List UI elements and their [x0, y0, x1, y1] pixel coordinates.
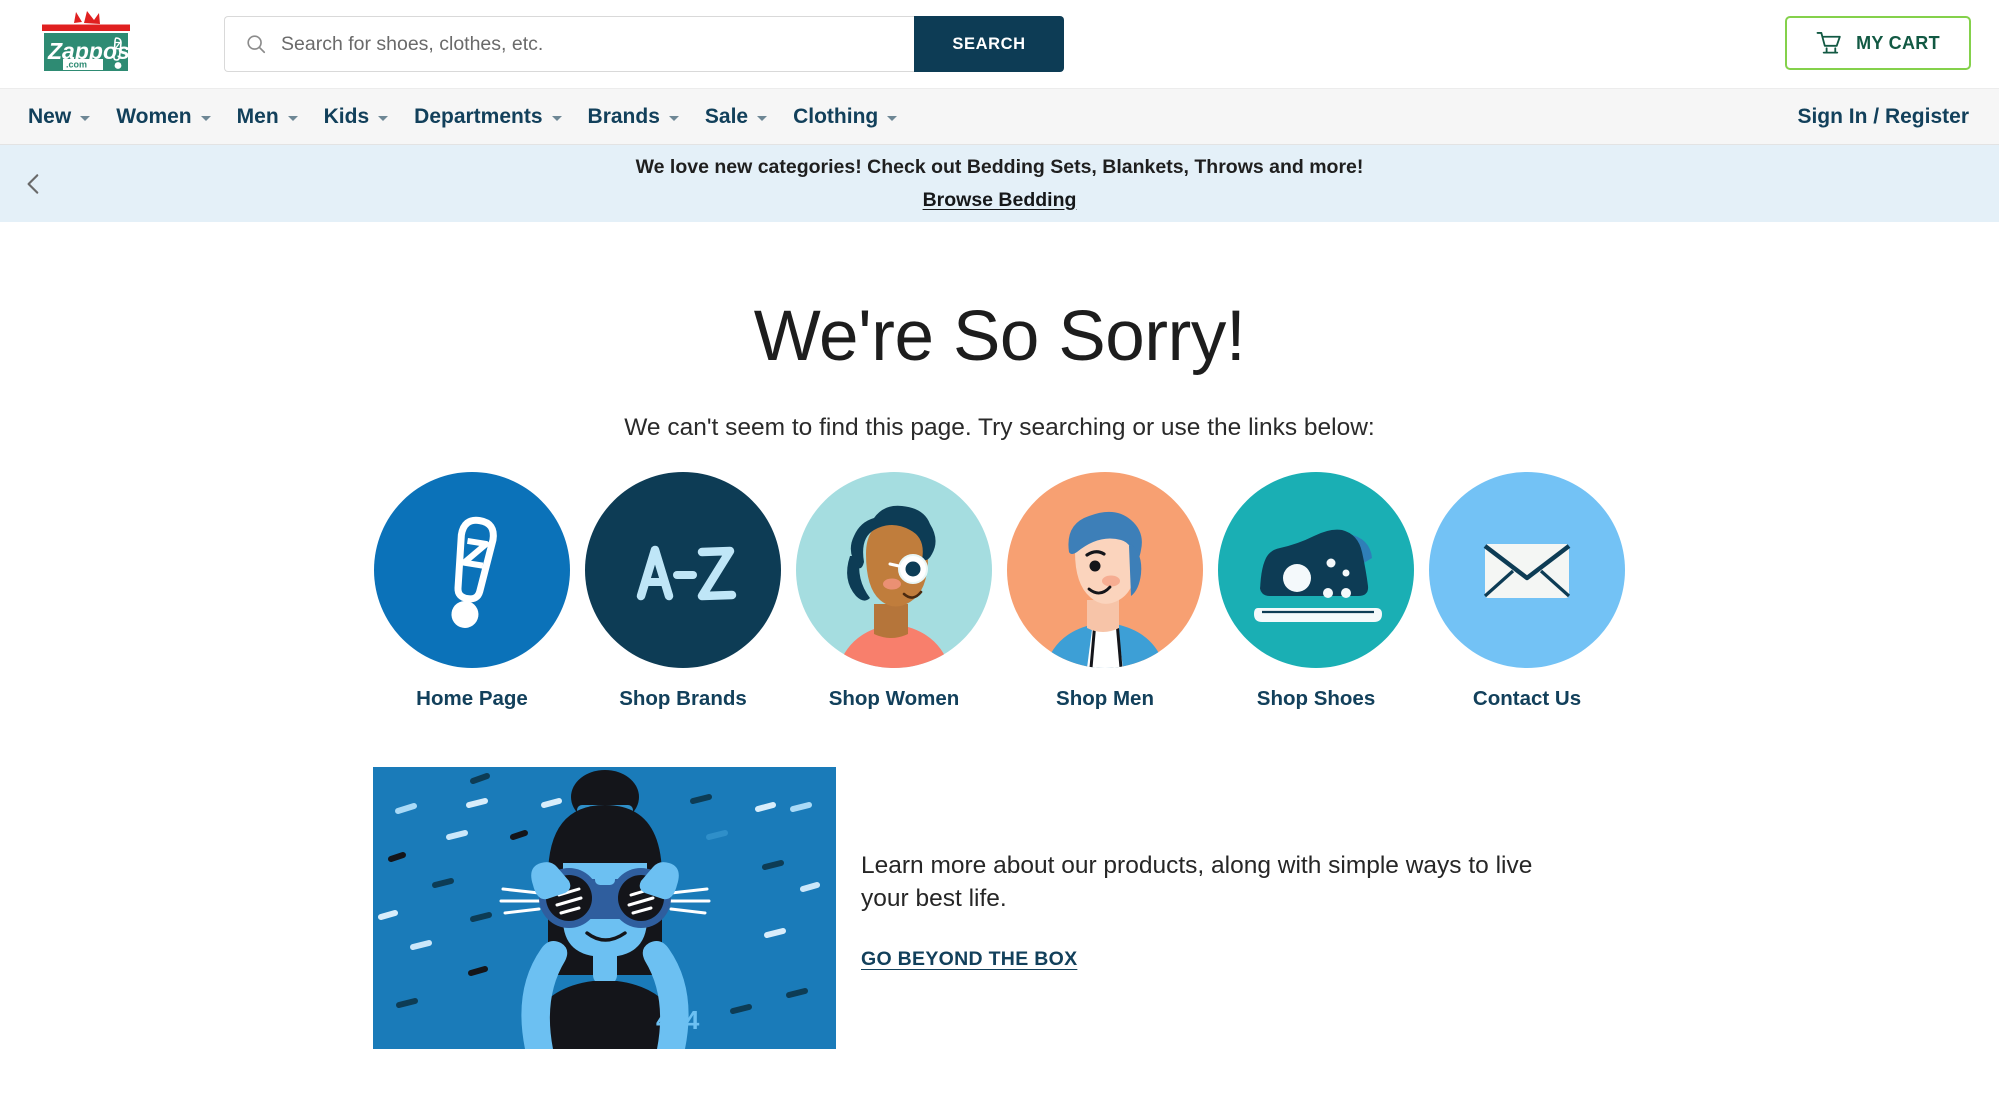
zappos-logo[interactable]: Zappos .com — [30, 9, 142, 79]
browse-bedding-link[interactable]: Browse Bedding — [923, 186, 1077, 214]
nav-item-brands[interactable]: Brands — [588, 105, 692, 129]
nav-item-new[interactable]: New — [28, 105, 103, 129]
envelope-icon — [1483, 544, 1571, 598]
primary-navigation: New Women Men Kids Departments Brands Sa… — [0, 88, 1999, 145]
quick-link-label: Shop Men — [1056, 687, 1154, 710]
quick-link-label: Home Page — [416, 687, 528, 710]
search-icon — [247, 35, 266, 54]
nav-item-departments[interactable]: Departments — [414, 105, 574, 129]
quick-link-shop-men[interactable]: Shop Men — [1000, 472, 1211, 711]
quick-link-shop-brands[interactable]: Shop Brands — [578, 472, 789, 711]
zappos-exclamation-icon — [451, 516, 497, 628]
sneaker-icon — [1254, 529, 1382, 622]
quick-link-label: Contact Us — [1472, 687, 1582, 710]
sign-in-register-link[interactable]: Sign In / Register — [1797, 105, 1969, 129]
nav-item-label: Sale — [704, 104, 749, 128]
chevron-left-icon — [27, 173, 39, 194]
page-subtitle: We can't seem to find this page. Try sea… — [624, 414, 1375, 441]
promo-copy-text: Learn more about our products, along wit… — [861, 852, 1533, 913]
quick-link-shop-women[interactable]: Shop Women — [789, 472, 1000, 711]
quick-link-circle — [374, 472, 570, 668]
man-avatar-icon — [1045, 511, 1165, 668]
error-page-main: We're So Sorry! We can't seem to find th… — [0, 222, 1999, 1049]
carousel-prev-button[interactable] — [14, 164, 54, 204]
quick-link-label: Shop Brands — [619, 687, 747, 710]
chevron-down-icon — [378, 115, 389, 121]
search-input[interactable] — [267, 32, 914, 56]
search-bar: SEARCH — [224, 16, 1064, 72]
quick-link-contact-us[interactable]: Contact Us — [1422, 472, 1633, 711]
quick-link-label: Shop Women — [828, 687, 960, 710]
404-binoculars-image: 404 — [373, 767, 836, 1049]
search-button[interactable]: SEARCH — [914, 16, 1064, 72]
promo-banner-content: We love new categories! Check out Beddin… — [636, 153, 1364, 214]
cart-label: MY CART — [1856, 32, 1940, 53]
quick-link-label: Shop Shoes — [1256, 687, 1376, 710]
promo-banner: We love new categories! Check out Beddin… — [0, 145, 1999, 222]
a-to-z-icon — [636, 545, 737, 601]
chevron-down-icon — [287, 115, 298, 121]
nav-item-label: Kids — [323, 104, 370, 128]
quick-link-circle — [585, 472, 781, 668]
nav-item-sale[interactable]: Sale — [705, 105, 780, 129]
chevron-down-icon — [668, 115, 679, 121]
nav-item-women[interactable]: Women — [116, 105, 223, 129]
quick-link-shop-shoes[interactable]: Shop Shoes — [1211, 472, 1422, 711]
zappos-logo-icon: Zappos .com — [42, 11, 130, 71]
chevron-down-icon — [757, 115, 768, 121]
chevron-down-icon — [200, 115, 211, 121]
nav-item-men[interactable]: Men — [237, 105, 311, 129]
nav-item-label: Departments — [414, 104, 543, 128]
quick-link-circle — [1218, 472, 1414, 668]
site-header: Zappos .com SEARCH MY CART — [0, 0, 1999, 88]
nav-item-list: New Women Men Kids Departments Brands Sa… — [28, 105, 923, 129]
search-field[interactable] — [224, 16, 914, 72]
nav-item-clothing[interactable]: Clothing — [793, 105, 910, 129]
chevron-down-icon — [551, 115, 562, 121]
promo-banner-message: We love new categories! Check out Beddin… — [635, 156, 1364, 179]
quick-link-circle — [1007, 472, 1203, 668]
quick-link-circle — [1429, 472, 1625, 668]
beyond-the-box-promo: 404 — [0, 767, 1999, 1049]
my-cart-button[interactable]: MY CART — [1785, 16, 1971, 70]
quick-link-home-page[interactable]: Home Page — [367, 472, 578, 711]
shopping-cart-icon — [1816, 31, 1841, 54]
quick-link-circle — [796, 472, 992, 668]
nav-item-label: New — [28, 104, 72, 128]
404-binoculars-illustration[interactable]: 404 — [373, 767, 836, 1049]
nav-item-label: Men — [236, 104, 279, 128]
nav-item-label: Clothing — [793, 104, 879, 128]
nav-item-kids[interactable]: Kids — [324, 105, 402, 129]
woman-avatar-icon — [838, 505, 950, 668]
promo-copy: Learn more about our products, along wit… — [836, 767, 1536, 971]
nav-item-label: Brands — [587, 104, 660, 128]
quick-links-row: Home Page Shop Brands Shop Women Shop Me… — [0, 472, 1999, 711]
go-beyond-the-box-link[interactable]: GO BEYOND THE BOX — [861, 948, 1077, 971]
chevron-down-icon — [887, 115, 898, 121]
chevron-down-icon — [80, 115, 91, 121]
page-title: We're So Sorry! — [753, 297, 1246, 376]
nav-item-label: Women — [116, 104, 192, 128]
svg-text:.com: .com — [66, 60, 87, 70]
